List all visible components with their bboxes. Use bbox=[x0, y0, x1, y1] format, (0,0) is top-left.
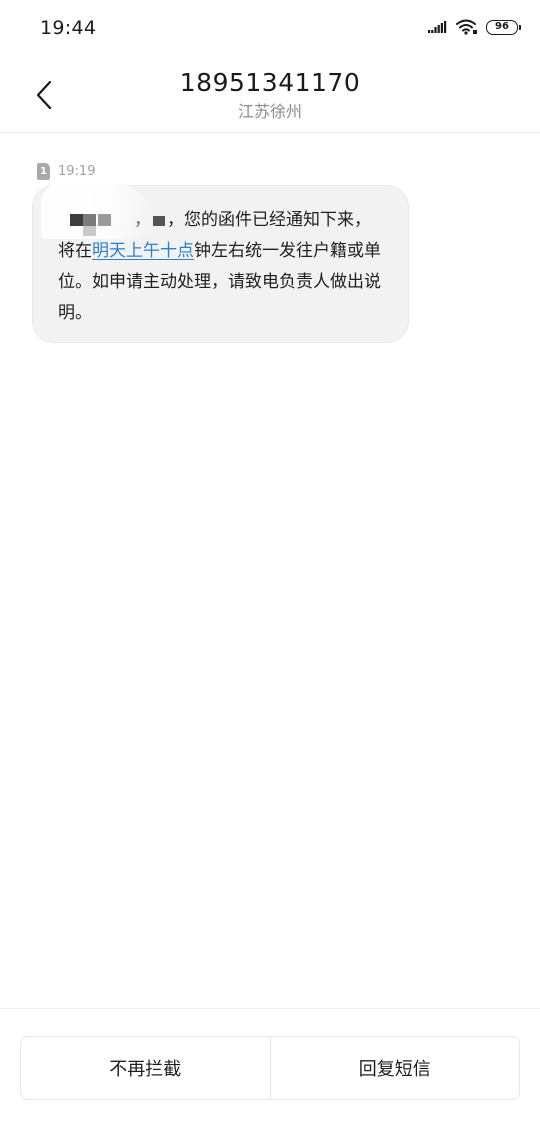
signal-icon bbox=[428, 20, 448, 34]
message-date-link[interactable]: 明天上午十点 bbox=[92, 241, 194, 261]
sim-card-icon: 1 bbox=[37, 163, 50, 180]
action-button-group: 不再拦截 回复短信 bbox=[20, 1036, 520, 1100]
battery-icon: 96 bbox=[486, 19, 521, 35]
contact-phone-number: 18951341170 bbox=[179, 68, 361, 97]
message-bubble[interactable]: ，，您的函件已经通知下来，将在明天上午十点钟左右统一发往户籍或单位。如申请主动处… bbox=[32, 183, 409, 343]
wifi-icon bbox=[456, 19, 478, 35]
reply-sms-button[interactable]: 回复短信 bbox=[271, 1037, 520, 1099]
message-meta: 1 19:19 bbox=[37, 163, 95, 180]
message-text-1: ， bbox=[134, 210, 151, 230]
unblock-button[interactable]: 不再拦截 bbox=[21, 1037, 270, 1099]
message-time: 19:19 bbox=[58, 164, 96, 179]
redacted-name-2 bbox=[151, 205, 167, 236]
bottom-action-bar: 不再拦截 回复短信 bbox=[0, 1008, 540, 1125]
contact-location: 江苏徐州 bbox=[237, 102, 302, 121]
status-bar: 19:44 96 bbox=[0, 0, 540, 56]
redacted-name bbox=[70, 205, 134, 236]
status-time: 19:44 bbox=[40, 17, 97, 39]
sim-slot-number: 1 bbox=[40, 166, 47, 177]
status-icons: 96 bbox=[428, 19, 521, 35]
battery-level: 96 bbox=[495, 21, 509, 32]
conversation-header: 18951341170 江苏徐州 bbox=[0, 56, 540, 133]
